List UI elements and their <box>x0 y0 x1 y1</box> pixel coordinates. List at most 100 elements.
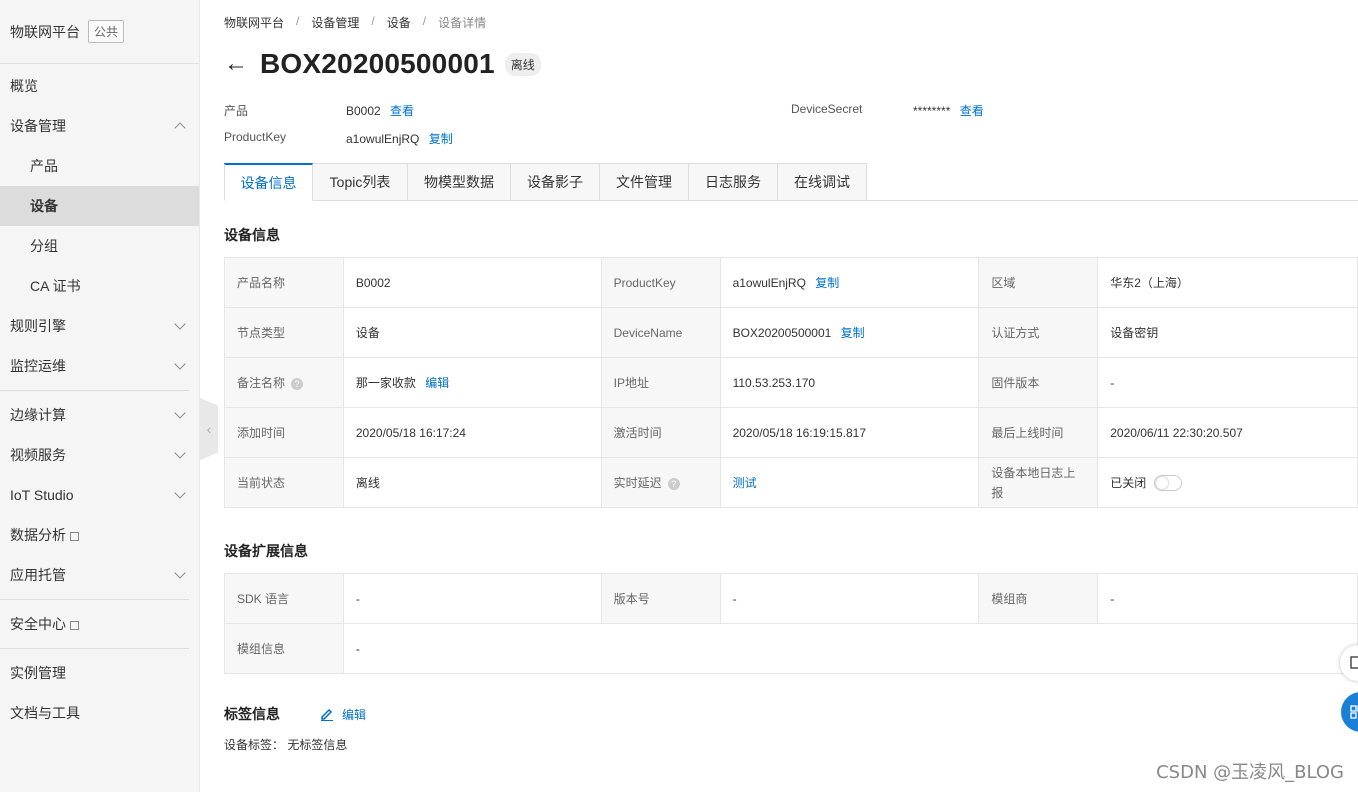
meta-label: ProductKey <box>224 130 287 144</box>
sidebar-item-device[interactable]: 设备 <box>0 186 199 226</box>
copy-devicename-button[interactable]: 复制 <box>841 326 865 340</box>
cell-value: 设备密钥 <box>1097 307 1358 358</box>
sidebar-divider <box>0 648 189 649</box>
help-icon[interactable]: ? <box>291 378 304 390</box>
status-badge: 离线 <box>504 52 541 76</box>
device-info-table: 产品名称 B0002 ProductKey a1owulEnjRQ 复制 区域 … <box>224 257 1358 508</box>
cell-value: - <box>1097 573 1358 624</box>
sidebar-item-device-management[interactable]: 设备管理 <box>0 106 199 146</box>
chevron-up-icon <box>174 122 186 134</box>
table-row: SDK 语言 - 版本号 - 模组商 - <box>224 573 1358 624</box>
sidebar-item-rule-engine[interactable]: 规则引擎 <box>0 306 199 346</box>
sidebar-collapse-toggle[interactable]: ‹ <box>200 398 218 460</box>
feedback-icon <box>1350 656 1358 669</box>
ext-info-table: SDK 语言 - 版本号 - 模组商 - 模组信息 - <box>224 573 1358 674</box>
sidebar-item-overview[interactable]: 概览 <box>0 66 199 106</box>
cell-key: 产品名称 <box>224 257 344 308</box>
breadcrumb-separator: / <box>296 14 300 28</box>
sidebar-item-instance-management[interactable]: 实例管理 <box>0 653 199 693</box>
cell-key: 激活时间 <box>600 407 721 458</box>
sidebar-item-data-analysis[interactable]: 数据分析 <box>0 515 199 555</box>
platform-title[interactable]: 物联网平台 <box>10 22 80 42</box>
breadcrumb-item[interactable]: 物联网平台 <box>224 14 284 31</box>
cell-value: 华东2（上海） <box>1097 257 1358 308</box>
sidebar-item-label: 监控运维 <box>10 358 66 374</box>
table-row: 添加时间 2020/05/18 16:17:24 激活时间 2020/05/18… <box>224 407 1358 458</box>
tab-online-debug[interactable]: 在线调试 <box>778 163 867 201</box>
chevron-down-icon <box>174 447 186 459</box>
sidebar-item-app-hosting[interactable]: 应用托管 <box>0 555 199 595</box>
cell-value: BOX20200500001 复制 <box>719 307 980 358</box>
breadcrumb: 物联网平台 / 设备管理 / 设备 / 设备详情 <box>224 14 486 31</box>
sidebar: 物联网平台 公共 概览 设备管理 产品 设备 分组 CA 证书 规则引擎 监控运… <box>0 0 200 792</box>
meta-product: 产品 <box>224 102 248 119</box>
cell-key: 固件版本 <box>978 357 1099 408</box>
meta-value: B0002 <box>346 104 381 118</box>
meta-label: 产品 <box>224 104 249 118</box>
chevron-down-icon <box>174 407 186 419</box>
view-product-link[interactable]: 查看 <box>390 104 414 118</box>
sidebar-item-label: 视频服务 <box>10 447 66 463</box>
tab-log-service[interactable]: 日志服务 <box>689 163 778 201</box>
log-report-toggle[interactable] <box>1154 475 1183 492</box>
cell-value: 110.53.253.170 <box>719 357 980 408</box>
tab-file-management[interactable]: 文件管理 <box>600 163 689 201</box>
sidebar-item-security-center[interactable]: 安全中心 <box>0 604 199 644</box>
cell-value: 那一家收款 编辑 <box>342 357 602 408</box>
sidebar-item-ca-cert[interactable]: CA 证书 <box>0 266 199 306</box>
log-report-status: 已关闭 <box>1110 475 1147 490</box>
meta-secret: DeviceSecret <box>791 102 862 116</box>
grid-icon <box>1350 705 1358 719</box>
sidebar-item-label: 概览 <box>10 78 38 94</box>
meta-productkey-value: a1owulEnjRQ 复制 <box>346 130 453 147</box>
test-latency-link[interactable]: 测试 <box>733 476 757 490</box>
apps-float-button[interactable] <box>1341 692 1358 732</box>
tab-thing-model-data[interactable]: 物模型数据 <box>408 163 511 201</box>
sidebar-item-monitoring[interactable]: 监控运维 <box>0 346 199 386</box>
copy-productkey-link[interactable]: 复制 <box>429 132 453 146</box>
edit-tags-button[interactable]: 编辑 <box>320 706 366 723</box>
pencil-icon <box>321 708 333 721</box>
sidebar-item-label: CA 证书 <box>30 278 81 294</box>
chevron-down-icon <box>174 567 186 579</box>
sidebar-item-label: 数据分析 <box>10 527 66 543</box>
sidebar-item-label: 实例管理 <box>10 665 66 681</box>
ext-info-title: 设备扩展信息 <box>224 543 308 559</box>
cell-key: 模组信息 <box>224 623 344 674</box>
instance-badge[interactable]: 公共 <box>88 20 125 43</box>
table-row: 模组信息 - <box>224 623 1358 674</box>
meta-value: a1owulEnjRQ <box>346 132 420 146</box>
edit-remark-button[interactable]: 编辑 <box>425 376 449 390</box>
tab-device-shadow[interactable]: 设备影子 <box>511 163 600 201</box>
cell-key-label: 实时延迟 <box>613 476 662 490</box>
sidebar-item-iot-studio[interactable]: IoT Studio <box>0 475 199 515</box>
cell-value: - <box>1097 357 1358 408</box>
edit-tags-label: 编辑 <box>342 707 367 722</box>
cell-value: 离线 <box>342 457 602 508</box>
tab-topic-list[interactable]: Topic列表 <box>313 163 408 201</box>
tab-device-info[interactable]: 设备信息 <box>224 163 313 201</box>
breadcrumb-item[interactable]: 设备 <box>387 14 411 31</box>
sidebar-item-group[interactable]: 分组 <box>0 226 199 266</box>
view-secret-link[interactable]: 查看 <box>960 104 984 118</box>
sidebar-item-product[interactable]: 产品 <box>0 146 199 186</box>
tag-info-title: 标签信息 <box>224 706 280 722</box>
help-icon[interactable]: ? <box>667 478 680 490</box>
breadcrumb-item[interactable]: 设备管理 <box>311 14 359 31</box>
sidebar-item-label: 文档与工具 <box>10 705 80 721</box>
device-tags-value: 无标签信息 <box>287 738 348 752</box>
sidebar-item-label: IoT Studio <box>10 487 74 503</box>
cell-value: - <box>342 573 602 624</box>
copy-productkey-button[interactable]: 复制 <box>815 276 839 290</box>
device-info-title: 设备信息 <box>224 227 280 243</box>
cell-key: 当前状态 <box>224 457 344 508</box>
cell-key: 认证方式 <box>978 307 1099 358</box>
back-arrow-icon[interactable]: ← <box>224 50 248 78</box>
sidebar-item-video-service[interactable]: 视频服务 <box>0 435 199 475</box>
table-row: 产品名称 B0002 ProductKey a1owulEnjRQ 复制 区域 … <box>224 257 1358 308</box>
chevron-down-icon <box>174 318 186 330</box>
sidebar-item-edge-computing[interactable]: 边缘计算 <box>0 395 199 435</box>
meta-productkey: ProductKey <box>224 130 286 144</box>
tag-section-header: 标签信息 编辑 <box>224 704 366 724</box>
sidebar-item-docs-tools[interactable]: 文档与工具 <box>0 693 199 733</box>
